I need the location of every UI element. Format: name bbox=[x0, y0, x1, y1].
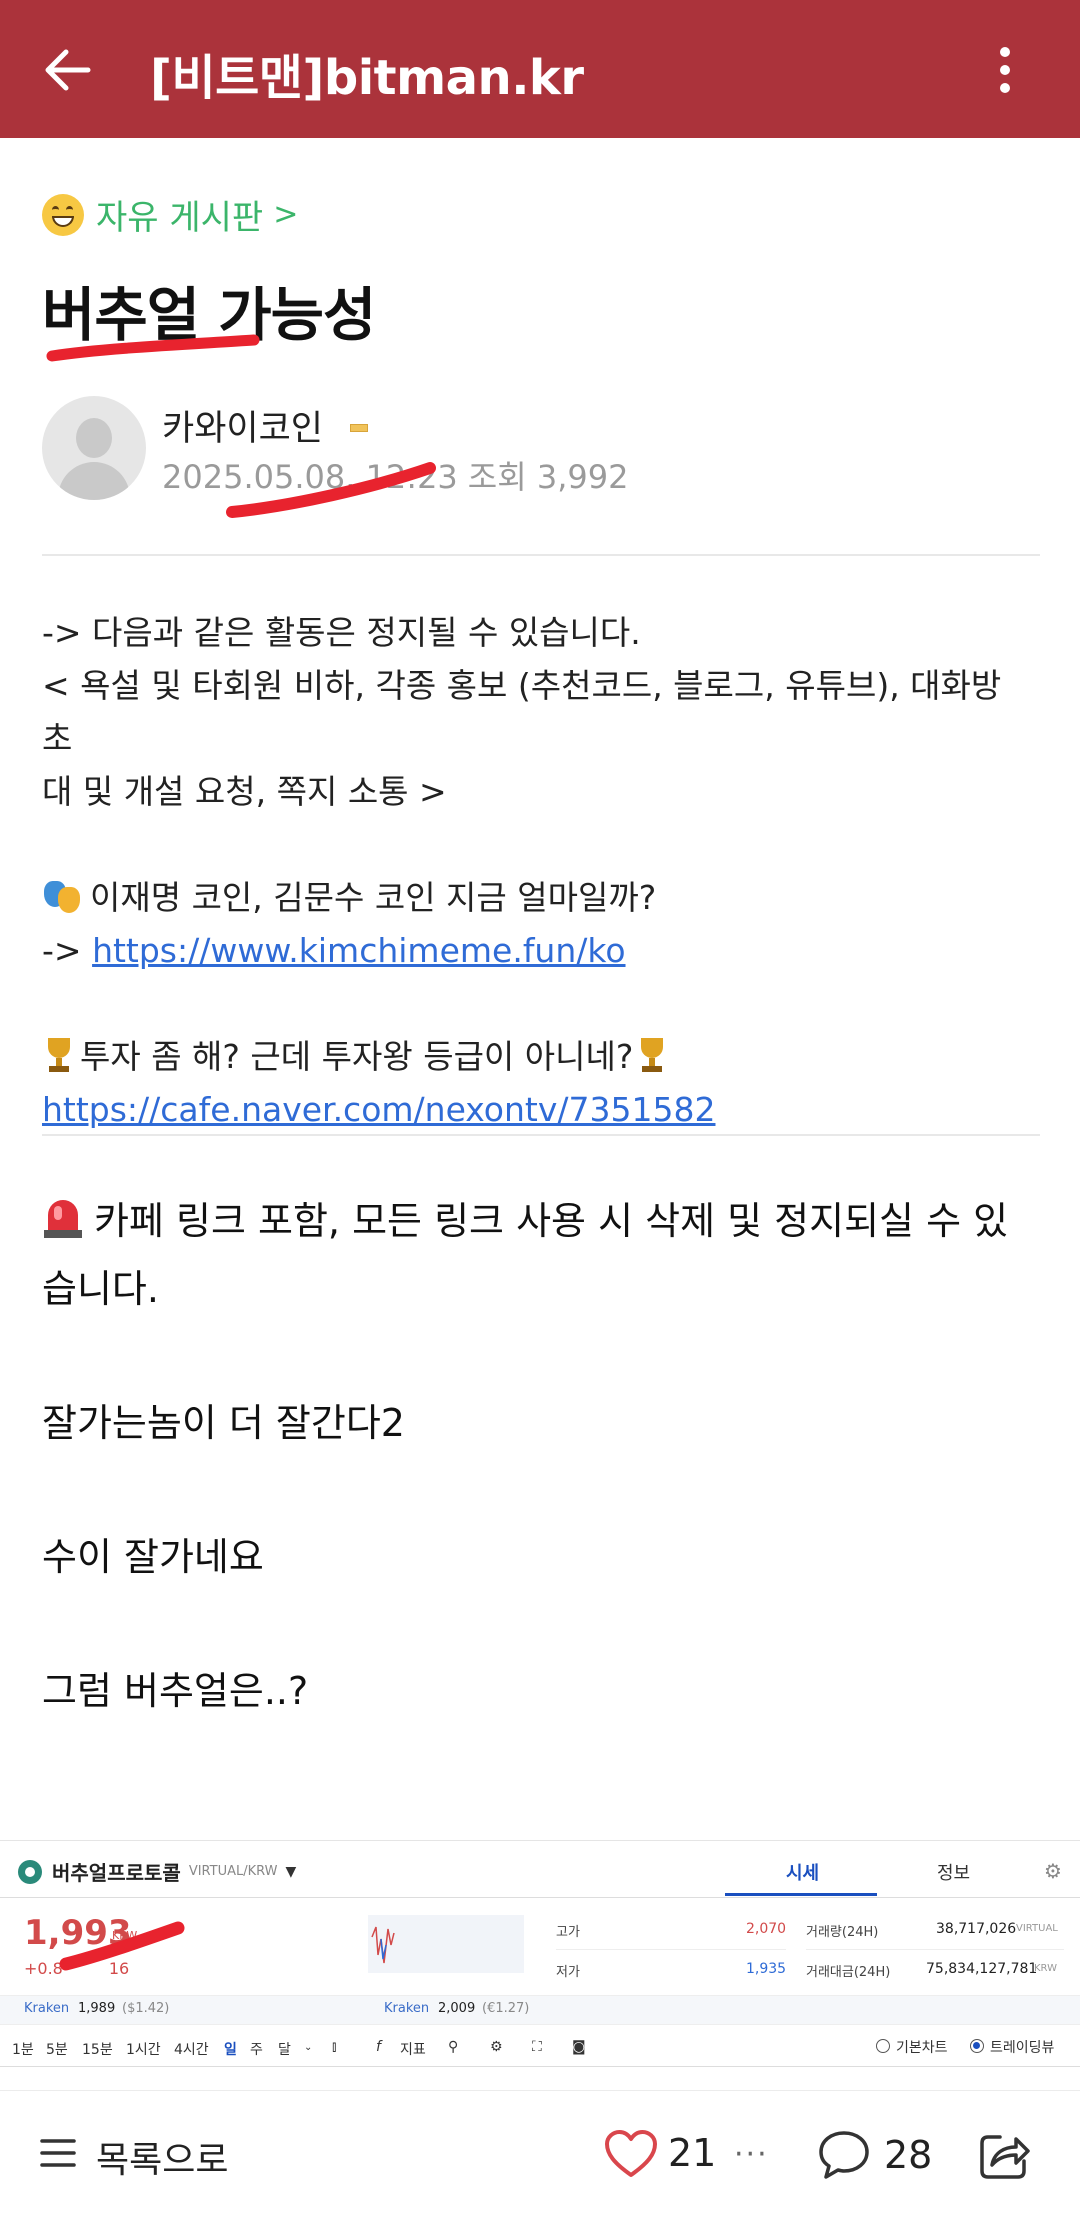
radio-basic-chart bbox=[876, 2039, 890, 2053]
kraken-value: 1,989 bbox=[78, 2001, 116, 2016]
comment-bubble-icon[interactable] bbox=[818, 2129, 870, 2181]
price-unit: KRW bbox=[112, 1929, 138, 1942]
settings-icon: ⚙ bbox=[490, 2039, 503, 2055]
radio-tradingview-label: 트레이딩뷰 bbox=[990, 2040, 1055, 2056]
timeframe-5m: 5분 bbox=[46, 2042, 68, 2058]
board-name: 자유 게시판 bbox=[96, 198, 264, 238]
kraken-value: 2,009 bbox=[438, 2001, 476, 2016]
volume-value: 38,717,026 bbox=[936, 1921, 1017, 1937]
embedded-exchange-screenshot[interactable]: 버추얼프로토콜 VIRTUAL/KRW ▼ 시세 정보 ⚙ 1,993 KRW … bbox=[0, 1840, 1080, 2090]
post-date: 2025.05.08. 12:23 bbox=[162, 458, 458, 496]
fullscreen-icon: ⛶ bbox=[532, 2039, 542, 2055]
coin-name: 버추얼프로토콜 bbox=[52, 1861, 181, 1885]
kraken-label: Kraken bbox=[384, 2001, 430, 2016]
author-avatar[interactable] bbox=[42, 396, 146, 500]
board-breadcrumb[interactable]: 자유 게시판 > bbox=[42, 190, 298, 239]
tab-market-price: 시세 bbox=[786, 1863, 820, 1884]
kraken-sub: (€1.27) bbox=[482, 2001, 530, 2016]
like-count: 21 bbox=[668, 2131, 717, 2175]
content-paragraph: 수이 잘가네요 bbox=[42, 1535, 264, 1579]
function-icon: f bbox=[376, 2039, 381, 2055]
content-warning-line: 카페 링크 포함, 모든 링크 사용 시 삭제 및 정지되실 수 있 bbox=[42, 1190, 1008, 1245]
author-name[interactable]: 카와이코인 bbox=[162, 400, 323, 451]
coin-pair: VIRTUAL/KRW bbox=[188, 1864, 278, 1879]
notice-line: -> 다음과 같은 활동은 정지될 수 있습니다. bbox=[42, 613, 641, 652]
caret-down-icon: ▼ bbox=[285, 1863, 297, 1880]
kimchimeme-link[interactable]: https://www.kimchimeme.fun/ko bbox=[92, 931, 625, 970]
low-label: 저가 bbox=[556, 1965, 580, 1980]
back-arrow-icon[interactable] bbox=[38, 40, 98, 100]
app-bar: [비트맨]bitman.kr bbox=[0, 0, 1080, 138]
low-value: 1,935 bbox=[746, 1961, 787, 1977]
kraken-label: Kraken bbox=[24, 2001, 70, 2016]
grinning-face-icon bbox=[42, 193, 84, 236]
amount-unit: KRW bbox=[1034, 1963, 1057, 1974]
timeframe-month: 달 bbox=[278, 2042, 291, 2058]
notice-line: 대 및 개설 요청, 쪽지 소통 > bbox=[42, 772, 447, 811]
volume-unit: VIRTUAL bbox=[1016, 1923, 1058, 1934]
radio-tradingview bbox=[970, 2039, 984, 2053]
content-paragraph: 그럼 버추얼은..? bbox=[42, 1669, 309, 1713]
notice-line: < 욕설 및 타회원 비하, 각종 홍보 (추천코드, 블로그, 유튜브), 대… bbox=[42, 666, 1002, 758]
share-icon[interactable] bbox=[978, 2129, 1032, 2181]
timeframe-week: 주 bbox=[250, 2042, 263, 2058]
notice-line: https://cafe.naver.com/nexontv/7351582 bbox=[42, 1083, 1042, 1136]
siren-icon bbox=[42, 1196, 84, 1240]
notice-line: 투자 좀 해? 근데 투자왕 등급이 아니네? bbox=[42, 1030, 1042, 1083]
gear-icon: ⚙ bbox=[1044, 1859, 1062, 1883]
chevron-right-icon: > bbox=[273, 197, 299, 232]
camera-icon: ◙ bbox=[572, 2039, 586, 2055]
amount-label: 거래대금(24H) bbox=[806, 1965, 891, 1980]
timeframe-day: 일 bbox=[224, 2042, 237, 2058]
post-title: 버추얼 가능성 bbox=[42, 281, 376, 349]
virtual-logo-icon bbox=[18, 1859, 42, 1884]
performing-arts-icon bbox=[42, 877, 82, 917]
timeframe-4h: 4시간 bbox=[174, 2042, 209, 2058]
amount-value: 75,834,127,781 bbox=[926, 1961, 1038, 1977]
timeframe-1m: 1분 bbox=[12, 2042, 34, 2058]
naver-cafe-link[interactable]: https://cafe.naver.com/nexontv/7351582 bbox=[42, 1090, 715, 1129]
kraken-sub: ($1.42) bbox=[122, 2001, 170, 2016]
volume-label: 거래량(24H) bbox=[806, 1925, 879, 1940]
level-badge-icon bbox=[350, 424, 368, 432]
indicator-label: 지표 bbox=[400, 2042, 426, 2058]
timeframe-15m: 15분 bbox=[82, 2042, 113, 2058]
trophy-icon bbox=[42, 1036, 76, 1074]
view-count: 조회 3,992 bbox=[467, 458, 629, 496]
more-options-icon[interactable] bbox=[990, 44, 1020, 96]
app-bar-title: [비트맨]bitman.kr bbox=[150, 50, 584, 106]
content-warning-line: 습니다. bbox=[42, 1267, 159, 1311]
magnifier-icon: ⚲ bbox=[448, 2039, 459, 2055]
list-menu-icon[interactable] bbox=[40, 2135, 76, 2171]
heart-icon[interactable] bbox=[604, 2129, 658, 2179]
high-label: 고가 bbox=[556, 1925, 580, 1940]
divider bbox=[42, 554, 1040, 556]
high-value: 2,070 bbox=[746, 1921, 787, 1937]
timeframe-1h: 1시간 bbox=[126, 2042, 161, 2058]
price-sparkline bbox=[368, 1915, 524, 1973]
price-change: +0.8 16 bbox=[24, 1959, 130, 1978]
active-tab-indicator bbox=[725, 1893, 877, 1896]
content-paragraph: 잘가는놈이 더 잘간다2 bbox=[42, 1401, 405, 1445]
post-meta: 2025.05.08. 12:23 조회 3,992 bbox=[162, 452, 638, 498]
notice-line: -> https://www.kimchimeme.fun/ko bbox=[42, 931, 626, 970]
back-to-list-button[interactable]: 목록으로 bbox=[96, 2131, 228, 2183]
more-dots-icon[interactable]: ··· bbox=[734, 2137, 769, 2172]
board-notice: -> 다음과 같은 활동은 정지될 수 있습니다. < 욕설 및 타회원 비하,… bbox=[42, 606, 1042, 1136]
chevron-down-icon: ⌄ bbox=[304, 2042, 313, 2053]
radio-basic-label: 기본차트 bbox=[896, 2040, 948, 2056]
comment-count: 28 bbox=[884, 2133, 933, 2177]
tab-info: 정보 bbox=[937, 1863, 971, 1884]
bottom-bar: 목록으로 21 ··· 28 bbox=[0, 2090, 1080, 2224]
coin-header: 버추얼프로토콜 VIRTUAL/KRW ▼ bbox=[18, 1857, 296, 1886]
notice-line: 이재명 코인, 김문수 코인 지금 얼마일까? bbox=[42, 871, 1042, 924]
trophy-icon bbox=[635, 1036, 669, 1074]
candle-icon: ⫾ bbox=[332, 2039, 337, 2055]
divider bbox=[42, 1134, 1040, 1136]
